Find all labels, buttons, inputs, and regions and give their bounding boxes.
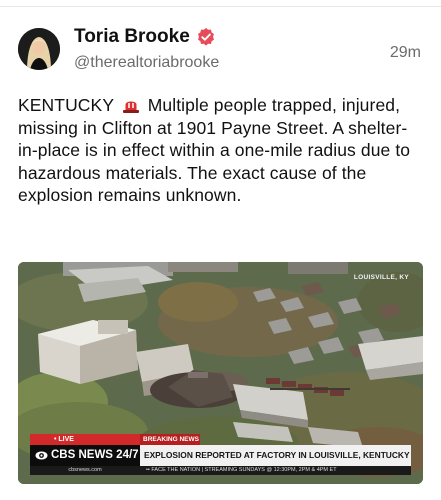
author-row: Toria Brooke [74, 26, 216, 48]
post-text-location: KENTUCKY [18, 95, 114, 115]
author-handle[interactable]: @therealtoriabrooke [74, 54, 219, 72]
cbs-eye-icon [35, 451, 48, 460]
site-label: cbsnews.com [30, 466, 140, 475]
avatar[interactable] [18, 28, 60, 70]
verified-badge-icon [197, 28, 214, 46]
live-badge: • LIVE [30, 434, 140, 445]
news-headline: EXPLOSION REPORTED AT FACTORY IN LOUISVI… [140, 445, 411, 466]
network-name: CBS NEWS 24/7 [51, 449, 139, 461]
video-thumbnail[interactable]: LOUISVILLE, KY • LIVE BREAKING NEWS CBS … [18, 262, 423, 484]
network-logo: CBS NEWS 24/7 [30, 445, 140, 466]
post-timestamp: 29m [389, 44, 421, 61]
location-watermark: LOUISVILLE, KY [353, 274, 409, 281]
author-name[interactable]: Toria Brooke [74, 26, 190, 48]
avatar-image [18, 28, 60, 70]
breaking-news-label: BREAKING NEWS [140, 434, 200, 445]
siren-icon [122, 101, 139, 113]
top-divider [0, 6, 441, 7]
news-ticker: •• FACE THE NATION | STREAMING SUNDAYS @… [140, 466, 411, 475]
post-text: KENTUCKY Multiple people trapped, injure… [18, 94, 423, 207]
